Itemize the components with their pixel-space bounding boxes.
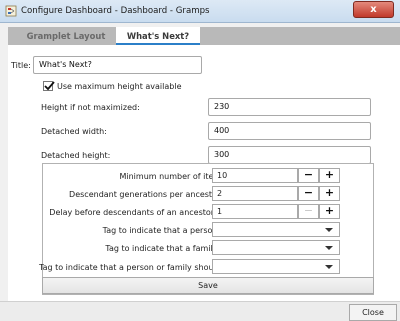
min-items-input[interactable]: 10 (212, 168, 298, 183)
save-button[interactable]: Save (42, 277, 374, 294)
tab-bar: Gramplet Layout What's Next? (8, 27, 400, 45)
detached-height-label: Detached height: (41, 151, 111, 160)
window-title: Configure Dashboard - Dashboard - Gramps (21, 6, 210, 16)
height-label: Height if not maximized: (41, 103, 140, 112)
title-bar: Configure Dashboard - Dashboard - Gramps… (0, 0, 400, 23)
delay-increment-button[interactable]: + (319, 204, 340, 219)
tag-ignore-select[interactable] (212, 259, 340, 274)
window-close-button[interactable]: x (353, 1, 394, 18)
min-items-decrement-button[interactable]: − (298, 168, 319, 183)
chevron-down-icon (325, 246, 333, 250)
tab-whats-next[interactable]: What's Next? (116, 27, 200, 45)
detached-height-input[interactable]: 300 (208, 146, 371, 164)
tab-gramplet-layout[interactable]: Gramplet Layout (21, 27, 111, 45)
chevron-down-icon (325, 265, 333, 269)
title-input[interactable]: What's Next? (33, 56, 202, 74)
checkmark-icon (44, 81, 55, 91)
use-max-height-label: Use maximum height available (57, 82, 182, 91)
height-input[interactable]: 230 (208, 98, 371, 116)
dialog-window: Configure Dashboard - Dashboard - Gramps… (0, 0, 400, 321)
gramps-tree-icon (5, 5, 17, 17)
desc-gen-increment-button[interactable]: + (319, 186, 340, 201)
delay-input[interactable]: 1 (212, 204, 298, 219)
detached-width-input[interactable]: 400 (208, 122, 371, 140)
detached-width-label: Detached width: (41, 127, 107, 136)
close-button[interactable]: Close (349, 304, 397, 321)
min-items-increment-button[interactable]: + (319, 168, 340, 183)
tab-content: Title: What's Next? Use maximum height a… (8, 45, 400, 301)
desc-gen-decrement-button[interactable]: − (298, 186, 319, 201)
tag-family-select[interactable] (212, 240, 340, 255)
tag-person-select[interactable] (212, 222, 340, 237)
use-max-height-checkbox[interactable] (43, 81, 55, 91)
desc-gen-input[interactable]: 2 (212, 186, 298, 201)
title-label: Title: (11, 61, 31, 70)
delay-decrement-button[interactable]: − (298, 204, 319, 219)
chevron-down-icon (325, 228, 333, 232)
dialog-button-bar: Close (0, 301, 400, 321)
